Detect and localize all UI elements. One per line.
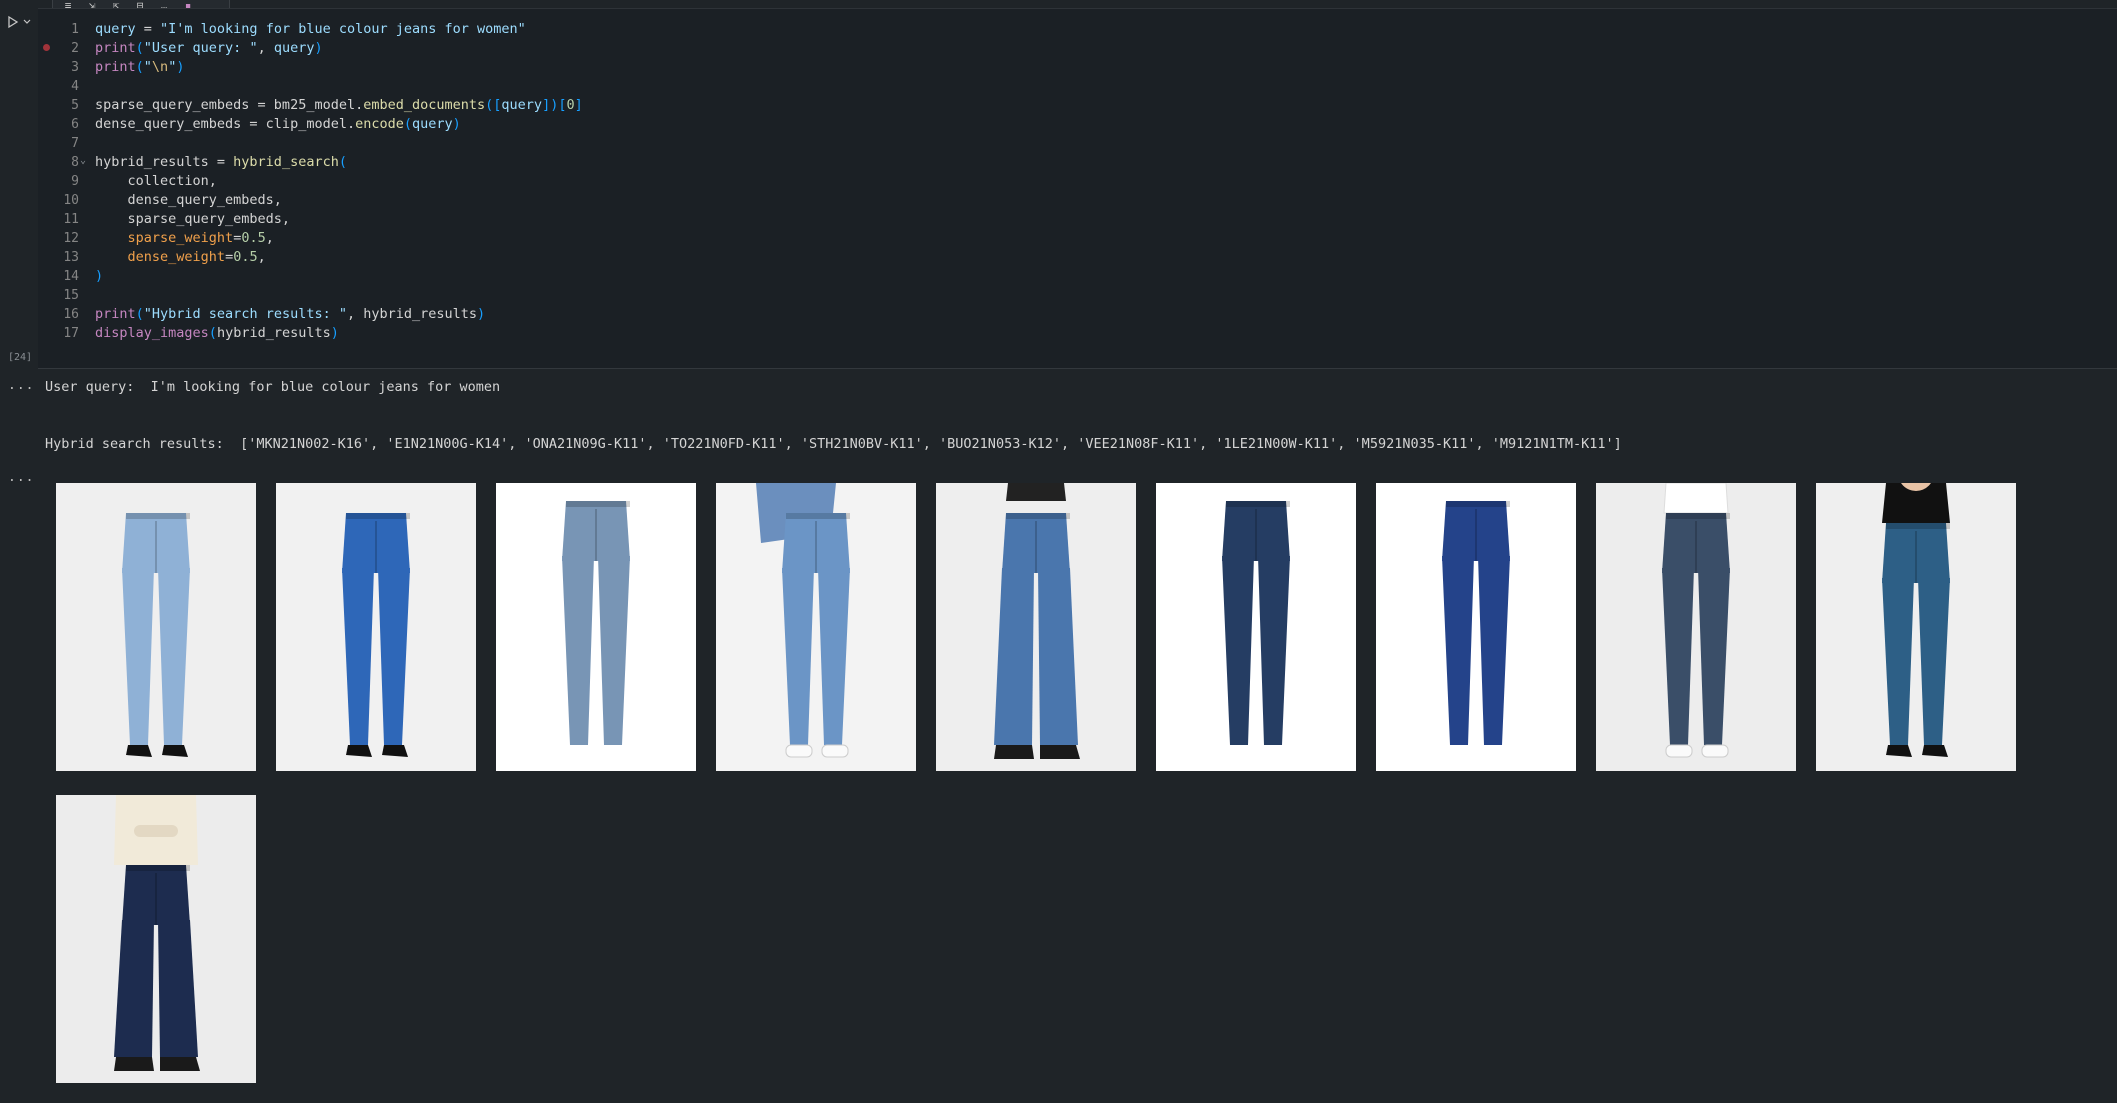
product-image-VEE21N08F-K11 (1376, 483, 1576, 771)
code-line[interactable]: dense_query_embeds = clip_model.encode(q… (95, 115, 583, 134)
product-image-1LE21N00W-K11 (1596, 483, 1796, 771)
line-number: 9 (71, 174, 79, 189)
code-line[interactable]: display_images(hybrid_results) (95, 324, 583, 343)
product-image-E1N21N00G-K14 (276, 483, 476, 771)
line-number: 8 (71, 155, 79, 170)
output-hybrid-results: Hybrid search results: ['MKN21N002-K16',… (45, 436, 1622, 452)
product-image-BUO21N053-K12 (1156, 483, 1356, 771)
line-number: 5 (71, 98, 79, 113)
code-line[interactable]: collection, (95, 172, 583, 191)
code-line[interactable]: query = "I'm looking for blue colour jea… (95, 20, 583, 39)
line-number: 14 (63, 269, 79, 284)
code-line[interactable]: print("User query: ", query) (95, 39, 583, 58)
code-line[interactable]: sparse_query_embeds, (95, 210, 583, 229)
product-image-M5921N035-K11 (1816, 483, 2016, 771)
line-number: 1 (71, 22, 79, 37)
execution-count: [24] (8, 352, 33, 363)
line-number: 7 (71, 136, 79, 151)
code-line[interactable]: dense_weight=0.5, (95, 248, 583, 267)
output-more-icon[interactable]: ... (8, 378, 34, 393)
code-line[interactable] (95, 134, 583, 153)
breakpoint-icon[interactable] (43, 44, 50, 51)
run-options-chevron-down-icon[interactable] (22, 12, 32, 31)
line-number: 17 (63, 326, 79, 341)
line-number: 12 (63, 231, 79, 246)
line-number: 3 (71, 60, 79, 75)
code-line[interactable]: sparse_weight=0.5, (95, 229, 583, 248)
code-line[interactable]: ) (95, 267, 583, 286)
output-more-icon-images[interactable]: ... (8, 470, 34, 485)
code-line[interactable]: dense_query_embeds, (95, 191, 583, 210)
product-image-ONA21N09G-K11 (496, 483, 696, 771)
code-line[interactable]: print("Hybrid search results: ", hybrid_… (95, 305, 583, 324)
run-cell-icon[interactable] (6, 15, 20, 29)
line-number: 13 (63, 250, 79, 265)
code-editor[interactable]: query = "I'm looking for blue colour jea… (95, 20, 583, 343)
run-controls (6, 12, 32, 31)
line-number: 16 (63, 307, 79, 322)
product-image-M9121N1TM-K11 (56, 795, 256, 1083)
code-line[interactable]: hybrid_results = hybrid_search( (95, 153, 583, 172)
code-line[interactable] (95, 77, 583, 96)
line-number: 10 (63, 193, 79, 208)
line-number: 15 (63, 288, 79, 303)
line-number: 11 (63, 212, 79, 227)
output-user-query: User query: I'm looking for blue colour … (45, 379, 501, 395)
code-line[interactable] (95, 286, 583, 305)
line-numbers: 1 2 3 4 5 6 7 8 9 10 11 12 13 14 15 16 17 (55, 20, 79, 343)
line-number: 2 (71, 41, 79, 56)
product-image-TO221N0FD-K11 (716, 483, 916, 771)
line-number: 4 (71, 79, 79, 94)
fold-chevron-icon[interactable]: ⌄ (80, 155, 86, 166)
code-line[interactable]: sparse_query_embeds = bm25_model.embed_d… (95, 96, 583, 115)
line-number: 6 (71, 117, 79, 132)
code-line[interactable]: print("\n") (95, 58, 583, 77)
product-image-STH21N0BV-K11 (936, 483, 1136, 771)
product-image-MKN21N002-K16 (56, 483, 256, 771)
